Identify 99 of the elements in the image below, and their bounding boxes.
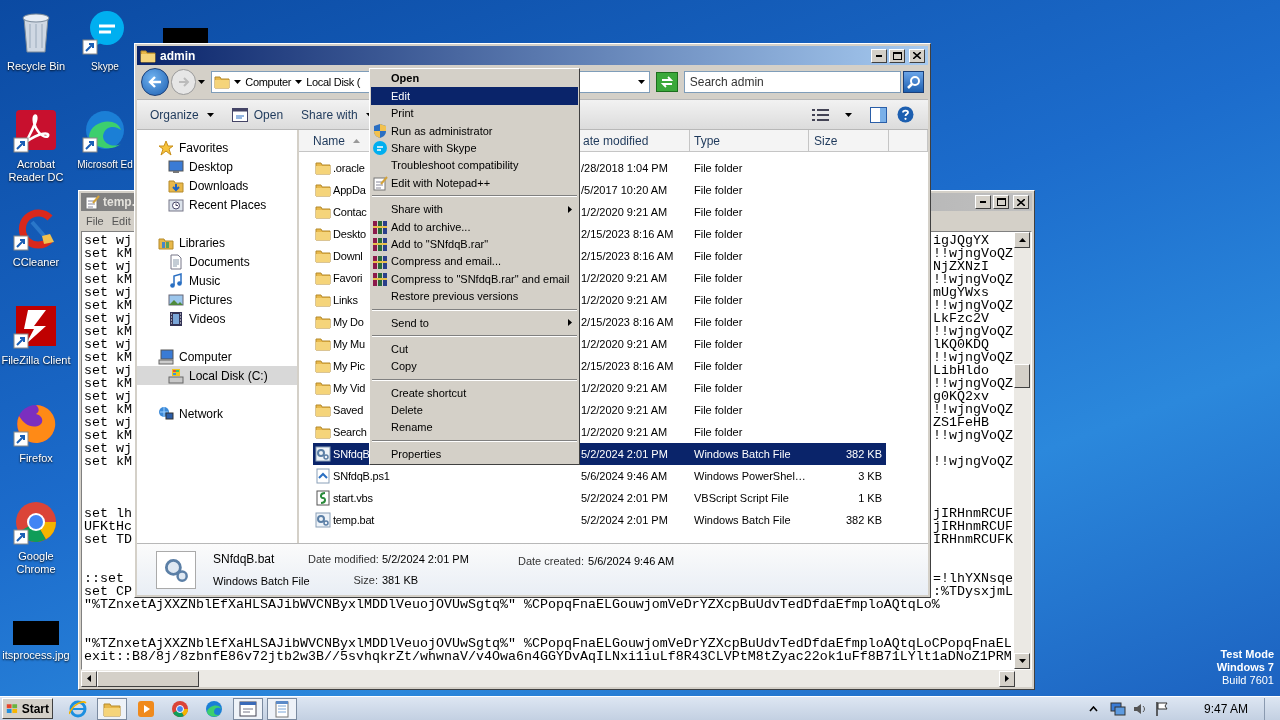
- code-line: set kM: [84, 402, 132, 417]
- code-line: set kM: [84, 324, 132, 339]
- detail-label: Date modified:: [308, 551, 378, 567]
- date-modified: /28/2018 1:04 PM: [581, 161, 668, 174]
- code-line: set kM: [84, 298, 132, 313]
- code-line: !!wjngVoQZ: [933, 351, 1013, 364]
- file-size: 3 KB: [858, 468, 882, 484]
- code-line: jIRHnmRCUF: [933, 507, 1013, 520]
- file-size: 382 KB: [845, 446, 882, 462]
- file-type: File folder: [694, 381, 743, 394]
- code-line: :%TDysxjmL: [933, 585, 1013, 598]
- file-type: File folder: [694, 249, 743, 262]
- file-type: Windows PowerShel…: [694, 469, 806, 482]
- file-type: File folder: [694, 183, 743, 196]
- code-line: set wj: [84, 441, 132, 456]
- code-line: set wj: [84, 415, 132, 430]
- code-line: jIRHnmRCUF: [933, 520, 1013, 533]
- date-modified: 1/2/2020 9:21 AM: [581, 293, 668, 306]
- date-modified: 5/6/2024 9:46 AM: [581, 469, 668, 482]
- code-line: set kM: [84, 350, 132, 365]
- code-line: set wj: [84, 311, 132, 326]
- file-type: File folder: [694, 337, 743, 350]
- file-type: File folder: [694, 205, 743, 218]
- file-type: File folder: [694, 271, 743, 284]
- date-modified: 2/15/2023 8:16 AM: [581, 249, 674, 262]
- code-line: "%TZnxetAjXXZNblEfXaHLSAJibWVCNByxlMDDlVeuojOVUwSgtq%" %CPopqFnaELGouwjomVeDrYZXcpBuUdvTedDfdaEfmploAQtqLo%: [84, 597, 940, 612]
- date-modified: 1/2/2020 9:21 AM: [581, 381, 668, 394]
- code-line: set TD: [84, 532, 132, 547]
- code-line: set wj: [84, 337, 132, 352]
- date-modified: 1/2/2020 9:21 AM: [581, 403, 668, 416]
- code-line: set kM: [84, 272, 132, 287]
- date-modified: 1/2/2020 9:21 AM: [581, 425, 668, 438]
- date-modified: 2/15/2023 8:16 AM: [581, 359, 674, 372]
- file-type: File folder: [694, 403, 743, 416]
- code-line: set wj: [84, 363, 132, 378]
- date-modified: 1/2/2020 9:21 AM: [581, 205, 668, 218]
- date-modified: 1/2/2020 9:21 AM: [581, 271, 668, 284]
- detail-value: 5/6/2024 9:46 AM: [588, 554, 675, 569]
- file-type: File folder: [694, 227, 743, 240]
- code-line: g0KQ2xv: [933, 390, 989, 403]
- code-line: !!wjngVoQZ: [933, 325, 1013, 338]
- date-modified: 5/2/2024 2:01 PM: [581, 513, 668, 526]
- file-type: Windows Batch File: [694, 513, 791, 526]
- system-notice-text: Test Mode: [1220, 648, 1274, 661]
- code-line: !!wjngVoQZ: [933, 403, 1013, 416]
- code-line: !!wjngVoQZ: [933, 273, 1013, 286]
- code-line: igJQgYX: [933, 234, 989, 247]
- file-size: 382 KB: [845, 512, 882, 528]
- window-title: admin: [160, 47, 196, 65]
- code-line: set CP: [84, 584, 132, 599]
- detail-value: 5/2/2024 2:01 PM: [382, 551, 470, 567]
- file-type: File folder: [694, 359, 743, 372]
- code-line: !!wjngVoQZ: [933, 299, 1013, 312]
- date-modified: 1/2/2020 9:21 AM: [581, 337, 668, 350]
- file-type: File folder: [694, 425, 743, 438]
- code-line: UFKtHc: [84, 519, 132, 534]
- date-modified: 5/2/2024 2:01 PM: [581, 447, 668, 460]
- file-type: VBScript Script File: [694, 491, 789, 504]
- file-type: Windows Batch File: [213, 573, 308, 589]
- file-type: File folder: [694, 293, 743, 306]
- detail-label: Size:: [352, 573, 378, 588]
- file-type: File folder: [694, 161, 743, 174]
- code-line: !!wjngVoQZ: [933, 247, 1013, 260]
- code-line: set wj: [84, 389, 132, 404]
- code-line: set kM: [84, 454, 132, 469]
- code-line: "%TZnxetAjXXZNblEfXaHLSAJibWVCNByxlMDDlVeuojOVUwSgtq%" %CPopqFnaELGouwjomVeDrYZXcpBuUdvTedDfdaEfmploAQtqLoCPopqFnaEL: [84, 636, 1012, 651]
- file-type: File folder: [694, 315, 743, 328]
- code-line: !!wjngVoQZ: [933, 455, 1013, 468]
- code-line: set kM: [84, 428, 132, 443]
- system-notice-text: Windows 7: [1216, 661, 1274, 674]
- code-line: lKQ0KDQ: [933, 338, 989, 351]
- file-name: SNfdqB.bat: [213, 550, 276, 568]
- code-line: LibHldo: [933, 364, 989, 377]
- code-line: set kM: [84, 246, 132, 261]
- detail-value: 381 KB: [382, 573, 420, 588]
- file-size: 1 KB: [858, 490, 882, 506]
- code-line: set wj: [84, 233, 132, 248]
- code-line: ZS1FeHB: [933, 416, 989, 429]
- code-line: exit::B8/8j/8zbnfE86v72jtb2w3B//5svhqkrZt/whwnaV/v4Owa6n4GGYDvAqILNxi1iuLf8R43CLVPtM8tZyac22ok1uFf8B71LYlt1aDNoZ1PRM: [84, 649, 1012, 664]
- system-notice-text: Build 7601: [1222, 674, 1274, 687]
- code-line: =!lhYXNsqe: [933, 572, 1013, 585]
- detail-label: Date created:: [518, 554, 585, 569]
- code-line: set kM: [84, 376, 132, 391]
- code-line: NjZXNzI: [933, 260, 989, 273]
- code-line: IRHnmRCUFK: [933, 533, 1013, 546]
- code-line: !!wjngVoQZ: [933, 429, 1013, 442]
- window-title: temp.: [103, 194, 135, 211]
- code-line: !!wjngVoQZ: [933, 377, 1013, 390]
- date-modified: /5/2017 10:20 AM: [581, 183, 668, 196]
- code-line: LkFzc2V: [933, 312, 989, 325]
- code-line: set lh: [84, 506, 132, 521]
- file-type: Windows Batch File: [694, 447, 791, 460]
- date-modified: 5/2/2024 2:01 PM: [581, 491, 668, 504]
- code-line: set wj: [84, 285, 132, 300]
- date-modified: 2/15/2023 8:16 AM: [581, 227, 674, 240]
- date-modified: 2/15/2023 8:16 AM: [581, 315, 674, 328]
- code-line: ::set: [84, 571, 124, 586]
- code-line: set wj: [84, 259, 132, 274]
- code-line: mUgYWxs: [933, 286, 989, 299]
